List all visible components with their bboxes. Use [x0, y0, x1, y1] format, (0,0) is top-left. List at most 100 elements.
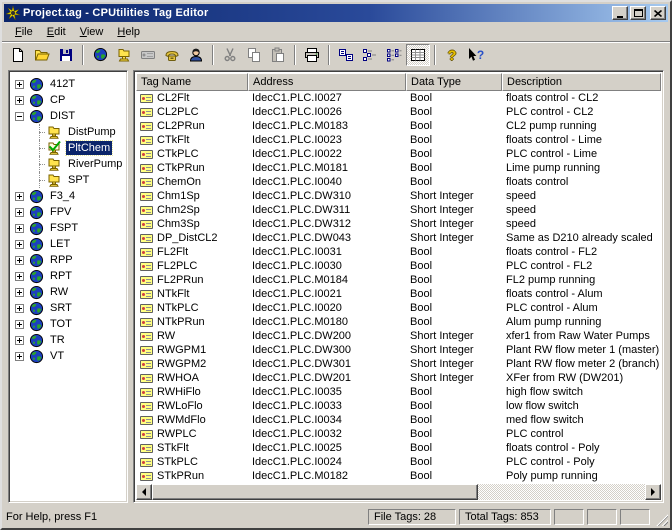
tree-item-distpump[interactable]: DistPump — [13, 124, 125, 140]
table-row-dp_distcl2[interactable]: DP_DistCL2IdecC1.PLC.DW043Short IntegerS… — [136, 231, 661, 245]
scrollbar-thumb[interactable] — [152, 484, 478, 500]
maximize-button[interactable] — [630, 6, 646, 20]
column-header-tag-name[interactable]: Tag Name — [136, 73, 248, 91]
table-row-cl2prun[interactable]: CL2PRunIdecC1.PLC.M0183BoolCL2 pump runn… — [136, 119, 661, 133]
globe-icon — [28, 348, 44, 364]
tree-item-tr[interactable]: TR — [13, 332, 125, 348]
tree-item-dist[interactable]: DIST — [13, 108, 125, 124]
table-row-chm1sp[interactable]: Chm1SpIdecC1.PLC.DW310Short Integerspeed — [136, 189, 661, 203]
table-row-rwhoa[interactable]: RWHOAIdecC1.PLC.DW201Short IntegerXFer f… — [136, 371, 661, 385]
table-row-fl2flt[interactable]: FL2FltIdecC1.PLC.I0031Boolfloats control… — [136, 245, 661, 259]
list-view-button[interactable] — [382, 44, 406, 66]
tree-item-rpt[interactable]: RPT — [13, 268, 125, 284]
app-icon[interactable] — [6, 6, 20, 20]
close-button[interactable] — [650, 6, 666, 20]
table-row-stkplc[interactable]: STkPLCIdecC1.PLC.I0024BoolPLC control - … — [136, 455, 661, 469]
table-row-fl2plc[interactable]: FL2PLCIdecC1.PLC.I0030BoolPLC control - … — [136, 259, 661, 273]
collapse-toggle-icon[interactable] — [15, 112, 24, 121]
table-row-ntkprun[interactable]: NTkPRunIdecC1.PLC.M0180BoolAlum pump run… — [136, 315, 661, 329]
expand-toggle-icon[interactable] — [15, 320, 24, 329]
table-row-stkflt[interactable]: STkFltIdecC1.PLC.I0025Boolfloats control… — [136, 441, 661, 455]
tree-item-riverpump[interactable]: RiverPump — [13, 156, 125, 172]
details-view-button[interactable] — [406, 44, 430, 66]
tree-item-label: FPV — [48, 205, 73, 219]
context-help-button[interactable]: ? — [464, 44, 488, 66]
scroll-left-button[interactable] — [136, 484, 152, 500]
table-row-rwgpm1[interactable]: RWGPM1IdecC1.PLC.DW300Short IntegerPlant… — [136, 343, 661, 357]
tree-item-tot[interactable]: TOT — [13, 316, 125, 332]
column-header-data-type[interactable]: Data Type — [406, 73, 502, 91]
new-document-button[interactable] — [6, 44, 30, 66]
tag-icon — [140, 108, 153, 117]
table-row-chm3sp[interactable]: Chm3SpIdecC1.PLC.DW312Short Integerspeed — [136, 217, 661, 231]
expand-toggle-icon[interactable] — [15, 256, 24, 265]
tree-item-rw[interactable]: RW — [13, 284, 125, 300]
tree-item-label: PltChem — [66, 141, 112, 155]
table-row-fl2prun[interactable]: FL2PRunIdecC1.PLC.M0184BoolFL2 pump runn… — [136, 273, 661, 287]
tree-item-srt[interactable]: SRT — [13, 300, 125, 316]
expand-toggle-icon[interactable] — [15, 240, 24, 249]
table-row-rwgpm2[interactable]: RWGPM2IdecC1.PLC.DW301Short IntegerPlant… — [136, 357, 661, 371]
tree-item-let[interactable]: LET — [13, 236, 125, 252]
tree-item-rpp[interactable]: RPP — [13, 252, 125, 268]
expand-toggle-icon[interactable] — [15, 304, 24, 313]
network-folder-icon — [116, 47, 132, 63]
table-row-cl2plc[interactable]: CL2PLCIdecC1.PLC.I0026BoolPLC control - … — [136, 105, 661, 119]
expand-toggle-icon[interactable] — [15, 288, 24, 297]
table-row-rwloflo[interactable]: RWLoFloIdecC1.PLC.I0033Boollow flow swit… — [136, 399, 661, 413]
resize-grip[interactable] — [655, 513, 668, 526]
expand-toggle-icon[interactable] — [15, 336, 24, 345]
table-row-rwplc[interactable]: RWPLCIdecC1.PLC.I0032BoolPLC control — [136, 427, 661, 441]
cell-address: IdecC1.PLC.I0023 — [248, 134, 406, 146]
column-header-description[interactable]: Description — [502, 73, 661, 91]
expand-toggle-icon[interactable] — [15, 272, 24, 281]
tree-item-fspt[interactable]: FSPT — [13, 220, 125, 236]
table-row-ntkflt[interactable]: NTkFltIdecC1.PLC.I0021Boolfloats control… — [136, 287, 661, 301]
expand-toggle-icon[interactable] — [15, 208, 24, 217]
tree-item-spt[interactable]: SPT — [13, 172, 125, 188]
table-row-chemon[interactable]: ChemOnIdecC1.PLC.I0040Boolfloats control — [136, 175, 661, 189]
scroll-right-button[interactable] — [645, 484, 661, 500]
large-icons-view-button[interactable] — [334, 44, 358, 66]
expand-toggle-icon[interactable] — [15, 192, 24, 201]
tree-item-fpv[interactable]: FPV — [13, 204, 125, 220]
table-row-ctkflt[interactable]: CTkFltIdecC1.PLC.I0023Boolfloats control… — [136, 133, 661, 147]
table-row-rwhiflo[interactable]: RWHiFloIdecC1.PLC.I0035Boolhigh flow swi… — [136, 385, 661, 399]
save-file-button[interactable] — [54, 44, 78, 66]
tree-item-cp[interactable]: CP — [13, 92, 125, 108]
menu-item-file[interactable]: File — [8, 24, 40, 40]
table-row-chm2sp[interactable]: Chm2SpIdecC1.PLC.DW311Short Integerspeed — [136, 203, 661, 217]
column-header-address[interactable]: Address — [248, 73, 406, 91]
horizontal-scrollbar[interactable] — [136, 484, 661, 500]
scrollbar-track[interactable] — [478, 484, 646, 500]
table-row-cl2flt[interactable]: CL2FltIdecC1.PLC.I0027Boolfloats control… — [136, 91, 661, 105]
menu-item-edit[interactable]: Edit — [40, 24, 73, 40]
expand-toggle-icon[interactable] — [15, 352, 24, 361]
cell-description: PLC control - FL2 — [502, 260, 661, 272]
tree-item-f3_4[interactable]: F3_4 — [13, 188, 125, 204]
print-button[interactable] — [300, 44, 324, 66]
open-file-button[interactable] — [30, 44, 54, 66]
table-row-ctkprun[interactable]: CTkPRunIdecC1.PLC.M0181BoolLime pump run… — [136, 161, 661, 175]
table-row-rw[interactable]: RWIdecC1.PLC.DW200Short Integerxfer1 fro… — [136, 329, 661, 343]
globe-button[interactable] — [88, 44, 112, 66]
user-button[interactable] — [184, 44, 208, 66]
expand-toggle-icon[interactable] — [15, 96, 24, 105]
menu-item-help[interactable]: Help — [110, 24, 147, 40]
table-row-stkprun[interactable]: STkPRunIdecC1.PLC.M0182BoolPoly pump run… — [136, 469, 661, 483]
expand-toggle-icon[interactable] — [15, 80, 24, 89]
tree-item-pltchem[interactable]: PltChem — [13, 140, 125, 156]
table-row-rwmdflo[interactable]: RWMdFloIdecC1.PLC.I0034Boolmed flow swit… — [136, 413, 661, 427]
table-row-ntkplc[interactable]: NTkPLCIdecC1.PLC.I0020BoolPLC control - … — [136, 301, 661, 315]
tree-item-vt[interactable]: VT — [13, 348, 125, 364]
small-icons-view-button[interactable] — [358, 44, 382, 66]
phone-button[interactable] — [160, 44, 184, 66]
tree-item-412t[interactable]: 412T — [13, 76, 125, 92]
help-button[interactable]: ? — [440, 44, 464, 66]
network-folder-button[interactable] — [112, 44, 136, 66]
minimize-button[interactable] — [612, 6, 628, 20]
menu-item-view[interactable]: View — [73, 24, 111, 40]
table-row-ctkplc[interactable]: CTkPLCIdecC1.PLC.I0022BoolPLC control - … — [136, 147, 661, 161]
expand-toggle-icon[interactable] — [15, 224, 24, 233]
copy-button — [242, 44, 266, 66]
